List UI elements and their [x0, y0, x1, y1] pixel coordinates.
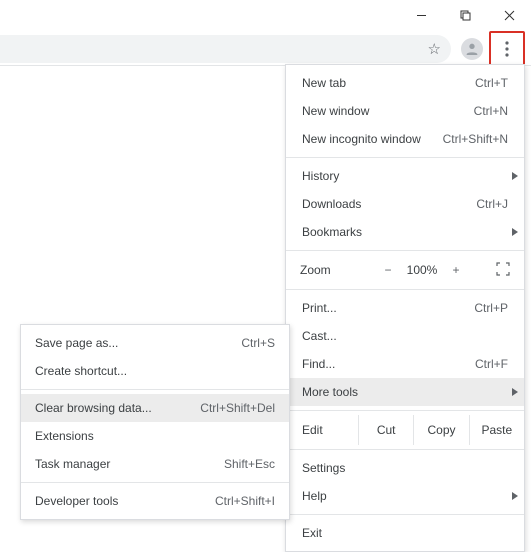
menu-label: New tab: [302, 76, 475, 90]
menu-label: History: [302, 169, 508, 183]
menu-separator: [21, 482, 289, 483]
menu-separator: [286, 250, 524, 251]
menu-shortcut: Ctrl+Shift+Del: [200, 401, 275, 415]
submenu-arrow-icon: [512, 489, 518, 503]
maximize-icon: [460, 10, 471, 21]
submenu-arrow-icon: [512, 169, 518, 183]
sub-item-create-shortcut[interactable]: Create shortcut...: [21, 357, 289, 385]
menu-item-new-tab[interactable]: New tab Ctrl+T: [286, 69, 524, 97]
menu-item-history[interactable]: History: [286, 162, 524, 190]
menu-label: New window: [302, 104, 474, 118]
menu-label: Exit: [302, 526, 508, 540]
window-close-button[interactable]: [487, 0, 531, 30]
submenu-arrow-icon: [512, 385, 518, 399]
menu-separator: [286, 449, 524, 450]
sub-item-extensions[interactable]: Extensions: [21, 422, 289, 450]
minimize-icon: [416, 10, 427, 21]
submenu-arrow-icon: [512, 225, 518, 239]
profile-avatar-button[interactable]: [461, 38, 483, 60]
menu-shortcut: Ctrl+F: [475, 357, 508, 371]
menu-item-more-tools[interactable]: More tools: [286, 378, 524, 406]
menu-separator: [21, 389, 289, 390]
menu-item-exit[interactable]: Exit: [286, 519, 524, 547]
menu-item-downloads[interactable]: Downloads Ctrl+J: [286, 190, 524, 218]
menu-separator: [286, 289, 524, 290]
menu-label: Cast...: [302, 329, 508, 343]
menu-shortcut: Ctrl+T: [475, 76, 508, 90]
menu-shortcut: Ctrl+Shift+I: [215, 494, 275, 508]
menu-item-print[interactable]: Print... Ctrl+P: [286, 294, 524, 322]
edit-paste-button[interactable]: Paste: [469, 415, 524, 445]
menu-item-cast[interactable]: Cast...: [286, 322, 524, 350]
menu-label: Help: [302, 489, 508, 503]
person-icon: [464, 41, 480, 57]
fullscreen-button[interactable]: [496, 262, 510, 279]
menu-label: Print...: [302, 301, 474, 315]
menu-item-incognito[interactable]: New incognito window Ctrl+Shift+N: [286, 125, 524, 153]
chrome-menu-button[interactable]: [493, 35, 521, 63]
menu-label: Extensions: [35, 429, 275, 443]
sub-item-save-page[interactable]: Save page as... Ctrl+S: [21, 329, 289, 357]
menu-shortcut: Ctrl+J: [476, 197, 508, 211]
zoom-in-button[interactable]: +: [442, 263, 470, 277]
menu-label: New incognito window: [302, 132, 443, 146]
highlight-marker: [489, 31, 525, 67]
menu-item-bookmarks[interactable]: Bookmarks: [286, 218, 524, 246]
menu-item-zoom: Zoom − 100% +: [286, 255, 524, 285]
menu-shortcut: Ctrl+S: [241, 336, 275, 350]
menu-separator: [286, 410, 524, 411]
menu-shortcut: Ctrl+N: [474, 104, 508, 118]
menu-shortcut: Ctrl+Shift+N: [443, 132, 508, 146]
menu-label: Find...: [302, 357, 475, 371]
omnibox[interactable]: ☆: [0, 35, 451, 63]
edit-label: Edit: [286, 415, 358, 445]
sub-item-clear-browsing-data[interactable]: Clear browsing data... Ctrl+Shift+Del: [21, 394, 289, 422]
zoom-out-button[interactable]: −: [374, 263, 402, 277]
more-tools-submenu: Save page as... Ctrl+S Create shortcut..…: [20, 324, 290, 520]
menu-label: Save page as...: [35, 336, 241, 350]
fullscreen-icon: [496, 262, 510, 276]
menu-label: Developer tools: [35, 494, 215, 508]
window-minimize-button[interactable]: [399, 0, 443, 30]
menu-separator: [286, 514, 524, 515]
menu-label: Task manager: [35, 457, 224, 471]
menu-shortcut: Ctrl+P: [474, 301, 508, 315]
browser-toolbar: ☆: [0, 32, 531, 66]
menu-separator: [286, 157, 524, 158]
menu-label: Clear browsing data...: [35, 401, 200, 415]
menu-item-settings[interactable]: Settings: [286, 454, 524, 482]
window-maximize-button[interactable]: [443, 0, 487, 30]
menu-label: Bookmarks: [302, 225, 508, 239]
edit-copy-button[interactable]: Copy: [413, 415, 468, 445]
window-controls: [399, 0, 531, 30]
bookmark-star-icon[interactable]: ☆: [428, 40, 441, 58]
menu-item-edit: Edit Cut Copy Paste: [286, 415, 524, 445]
close-icon: [504, 10, 515, 21]
zoom-value: 100%: [402, 263, 442, 277]
sub-item-developer-tools[interactable]: Developer tools Ctrl+Shift+I: [21, 487, 289, 515]
menu-label: Downloads: [302, 197, 476, 211]
menu-shortcut: Shift+Esc: [224, 457, 275, 471]
edit-cut-button[interactable]: Cut: [358, 415, 413, 445]
menu-item-help[interactable]: Help: [286, 482, 524, 510]
menu-label: More tools: [302, 385, 508, 399]
menu-item-find[interactable]: Find... Ctrl+F: [286, 350, 524, 378]
menu-item-new-window[interactable]: New window Ctrl+N: [286, 97, 524, 125]
sub-item-task-manager[interactable]: Task manager Shift+Esc: [21, 450, 289, 478]
kebab-menu-icon: [505, 41, 509, 57]
zoom-label: Zoom: [300, 263, 374, 277]
menu-label: Settings: [302, 461, 508, 475]
chrome-main-menu: New tab Ctrl+T New window Ctrl+N New inc…: [285, 64, 525, 552]
menu-label: Create shortcut...: [35, 364, 275, 378]
